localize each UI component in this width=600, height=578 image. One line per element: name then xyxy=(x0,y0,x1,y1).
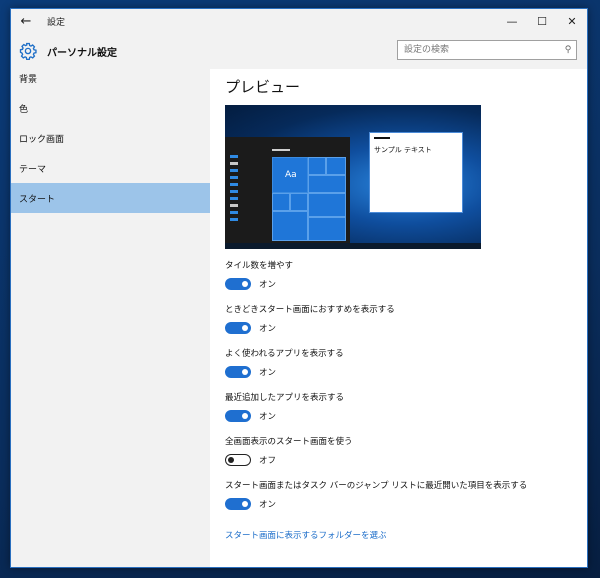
toggle-switch[interactable] xyxy=(225,498,251,510)
choose-folders-link[interactable]: スタート画面に表示するフォルダーを選ぶ xyxy=(225,529,387,541)
preview-taskbar xyxy=(225,243,481,249)
toggle-switch[interactable] xyxy=(225,278,251,290)
setting-label: スタート画面またはタスク バーのジャンプ リストに最近開いた項目を表示する xyxy=(225,481,528,491)
maximize-icon[interactable]: ☐ xyxy=(527,9,557,33)
page-title: パーソナル設定 xyxy=(47,47,117,59)
minimize-icon[interactable]: — xyxy=(497,9,527,33)
toggle-switch[interactable] xyxy=(225,410,251,422)
title-bar: ← 設定 — ☐ ✕ xyxy=(11,9,587,33)
sidebar-item-background[interactable]: 背景 xyxy=(11,63,210,93)
close-icon[interactable]: ✕ xyxy=(557,9,587,33)
window-title: 設定 xyxy=(47,17,66,28)
preview-window: サンプル テキスト xyxy=(369,132,463,213)
search-input[interactable] xyxy=(398,41,560,59)
preview-app-list xyxy=(230,155,240,225)
setting-jump-list: スタート画面またはタスク バーのジャンプ リストに最近開いた項目を表示する オン xyxy=(225,479,585,513)
toggle-state: オン xyxy=(259,324,277,334)
settings-list: タイル数を増やす オン ときどきスタート画面におすすめを表示する オン よく使わ… xyxy=(225,259,585,542)
setting-recently-added: 最近追加したアプリを表示する オン xyxy=(225,391,585,425)
setting-label: よく使われるアプリを表示する xyxy=(225,349,344,359)
sidebar-item-label: ロック画面 xyxy=(19,134,65,145)
search-box[interactable]: ⚲ xyxy=(397,40,577,60)
preview-divider xyxy=(272,149,290,151)
setting-label: 全画面表示のスタート画面を使う xyxy=(225,437,353,447)
back-arrow-icon[interactable]: ← xyxy=(11,9,41,33)
search-icon[interactable]: ⚲ xyxy=(560,45,576,55)
toggle-state: オン xyxy=(259,368,277,378)
gear-icon xyxy=(19,42,37,60)
toggle-state: オン xyxy=(259,412,277,422)
toggle-switch[interactable] xyxy=(225,454,251,466)
setting-most-used: よく使われるアプリを表示する オン xyxy=(225,347,585,381)
start-preview: Aa サンプル テキスト xyxy=(225,105,481,249)
sidebar-item-label: テーマ xyxy=(19,164,47,175)
sidebar-item-label: 背景 xyxy=(19,74,38,85)
toggle-state: オフ xyxy=(259,456,277,466)
setting-label: 最近追加したアプリを表示する xyxy=(225,393,345,403)
settings-window: ← 設定 — ☐ ✕ パーソナル設定 ⚲ 背景 色 ロック画面 テーマ スタート… xyxy=(10,8,588,568)
setting-label: ときどきスタート画面におすすめを表示する xyxy=(225,305,395,315)
sidebar-item-label: 色 xyxy=(19,104,29,115)
sidebar: 背景 色 ロック画面 テーマ スタート xyxy=(11,63,210,567)
toggle-switch[interactable] xyxy=(225,322,251,334)
setting-label: タイル数を増やす xyxy=(225,261,294,271)
sidebar-item-label: スタート xyxy=(19,194,56,205)
toggle-switch[interactable] xyxy=(225,366,251,378)
sidebar-item-start[interactable]: スタート xyxy=(11,183,210,213)
sidebar-item-themes[interactable]: テーマ xyxy=(11,153,210,183)
toggle-state: オン xyxy=(259,280,277,290)
sidebar-item-colors[interactable]: 色 xyxy=(11,93,210,123)
section-heading: プレビュー xyxy=(225,78,301,96)
setting-full-screen: 全画面表示のスタート画面を使う オフ xyxy=(225,435,585,469)
preview-tile-text: Aa xyxy=(272,157,308,193)
sidebar-item-lock-screen[interactable]: ロック画面 xyxy=(11,123,210,153)
toggle-state: オン xyxy=(259,500,277,510)
setting-suggestions: ときどきスタート画面におすすめを表示する オン xyxy=(225,303,585,337)
main-content: プレビュー Aa サンプル テキスト タイル数を増やす オン ときどきスタート画… xyxy=(225,73,587,567)
preview-sample-text: サンプル テキスト xyxy=(374,146,432,154)
preview-tiles: Aa xyxy=(272,157,346,241)
setting-more-tiles: タイル数を増やす オン xyxy=(225,259,585,293)
